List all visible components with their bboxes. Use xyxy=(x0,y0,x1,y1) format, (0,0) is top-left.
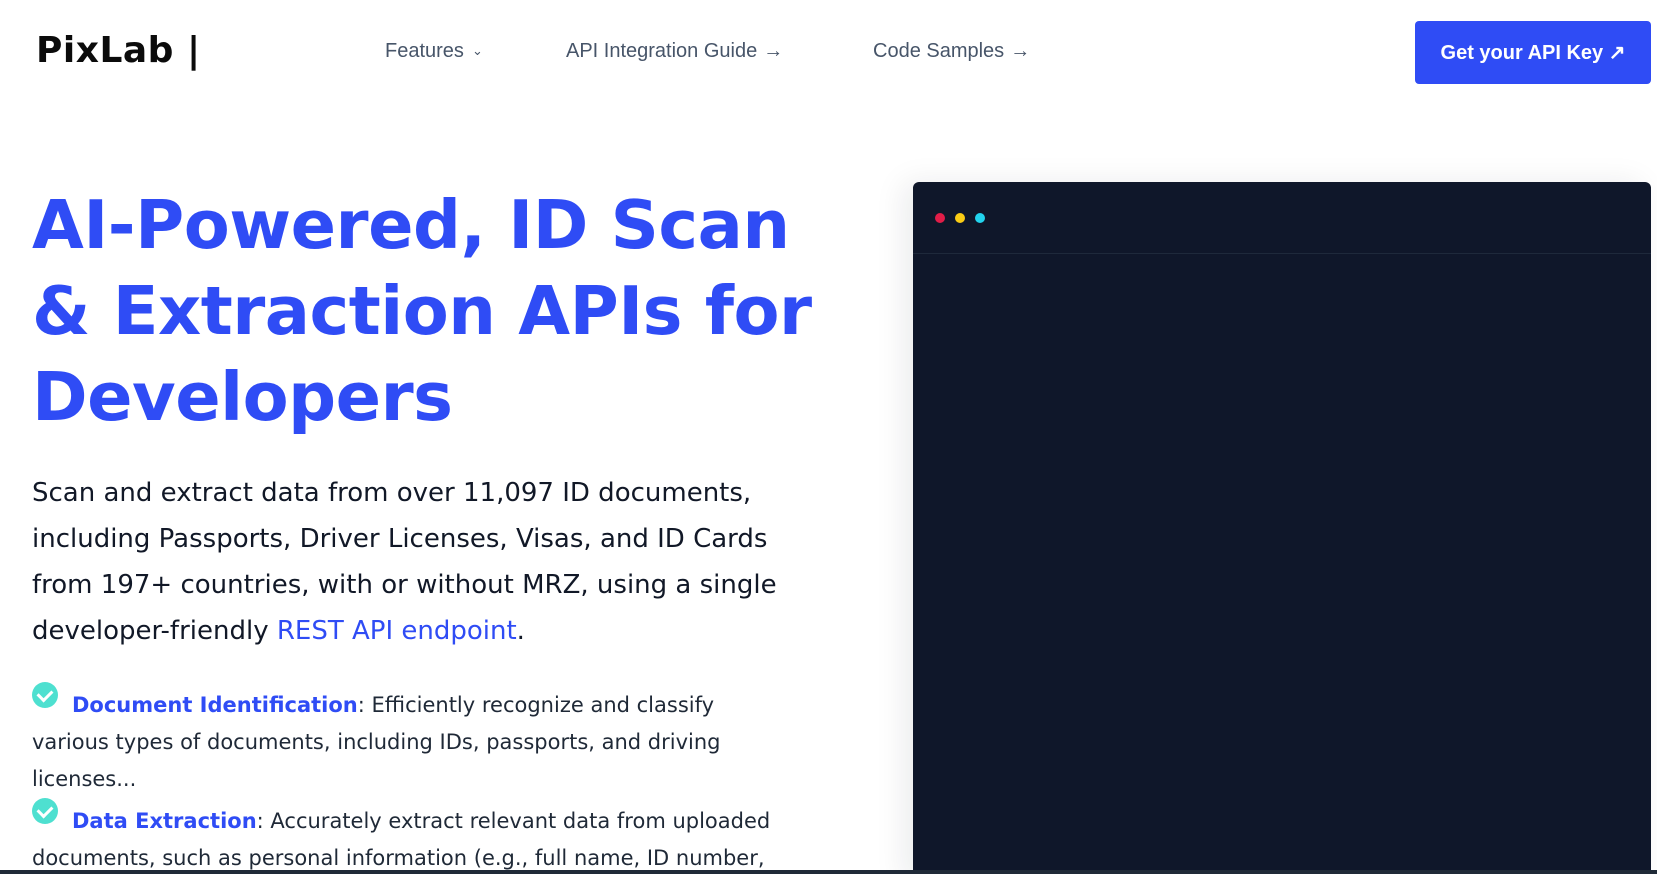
check-circle-icon xyxy=(32,682,58,708)
window-maximize-dot-icon xyxy=(975,213,985,223)
nav-guide-label: API Integration Guide xyxy=(566,40,758,62)
rest-api-endpoint-link[interactable]: REST API endpoint xyxy=(277,616,517,646)
feature-list: Document Identification: Efficiently rec… xyxy=(32,682,782,874)
feature-data-extraction: Data Extraction: Accurately extract rele… xyxy=(32,798,782,874)
hero-description: Scan and extract data from over 11,097 I… xyxy=(32,470,812,654)
site-header: PixLab | Features ⌄ API Integration Guide… xyxy=(0,0,1657,100)
window-close-dot-icon xyxy=(935,213,945,223)
feature-document-identification: Document Identification: Efficiently rec… xyxy=(32,682,782,798)
nav-features[interactable]: Features ⌄ xyxy=(385,38,483,64)
pixlab-logo[interactable]: PixLab | xyxy=(36,28,201,74)
get-api-key-button[interactable]: Get your API Key ↗ xyxy=(1415,21,1651,84)
arrow-right-icon: → xyxy=(763,40,784,62)
chevron-down-icon: ⌄ xyxy=(471,43,483,58)
nav-api-integration-guide[interactable]: API Integration Guide → xyxy=(566,38,783,64)
hero-description-end: . xyxy=(516,616,525,646)
feature-title: Document Identification xyxy=(72,693,358,717)
code-terminal-window xyxy=(913,182,1651,874)
check-circle-icon xyxy=(32,798,58,824)
nav-samples-label: Code Samples xyxy=(873,40,1005,62)
bottom-divider xyxy=(0,870,1657,874)
page: PixLab | Features ⌄ API Integration Guide… xyxy=(0,0,1657,874)
nav-code-samples[interactable]: Code Samples → xyxy=(873,38,1030,64)
feature-title: Data Extraction xyxy=(72,809,257,833)
arrow-right-icon: → xyxy=(1010,40,1031,62)
hero-title: AI-Powered, ID Scan & Extraction APIs fo… xyxy=(32,186,812,436)
terminal-title-bar xyxy=(913,182,1651,254)
nav-features-label: Features xyxy=(385,40,464,62)
window-minimize-dot-icon xyxy=(955,213,965,223)
